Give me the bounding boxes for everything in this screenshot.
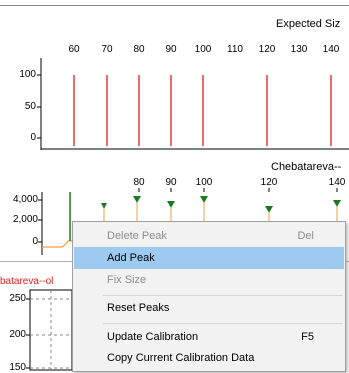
menu-item-label: Add Peak: [107, 252, 155, 264]
menu-item-reset-peaks[interactable]: Reset Peaks: [74, 297, 344, 319]
menu-item-label: Fix Size: [107, 274, 147, 286]
menu-item-add-peak[interactable]: Add Peak: [74, 247, 344, 269]
menu-item-label: Update Calibration: [107, 331, 199, 343]
menu-separator: [103, 295, 343, 296]
menu-item-label: Delete Peak: [107, 230, 167, 242]
menu-item-shortcut: F5: [301, 331, 314, 343]
menu-item-copy-calibration-data[interactable]: Copy Current Calibration Data: [74, 347, 344, 369]
menu-separator: [103, 323, 343, 324]
menu-item-fix-size[interactable]: Fix Size: [74, 269, 344, 291]
menu-item-update-calibration[interactable]: Update Calibration F5: [74, 326, 344, 348]
context-menu[interactable]: Delete Peak Del Add Peak Fix Size Reset …: [72, 221, 346, 372]
menu-item-shortcut: Del: [297, 230, 314, 242]
menu-item-label: Reset Peaks: [107, 302, 170, 314]
menu-item-delete-peak[interactable]: Delete Peak Del: [74, 225, 344, 247]
menu-item-label: Copy Current Calibration Data: [107, 352, 255, 364]
